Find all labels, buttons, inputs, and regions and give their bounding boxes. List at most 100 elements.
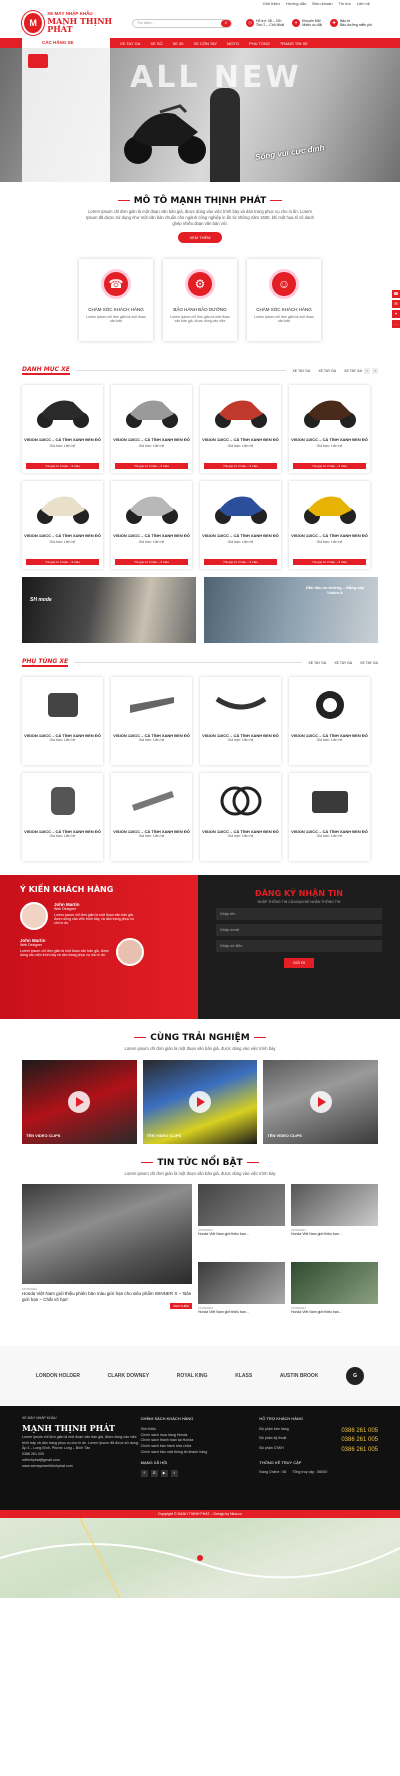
nav-item[interactable]: MOTO [227,41,239,46]
nav-item[interactable]: XE CÔN TAY [194,41,218,46]
brand-logo[interactable]: KLASS [235,1373,252,1379]
support-phone[interactable]: 0386 261 005 [341,1436,378,1446]
footer-desc: Lorem ipsum chỉ đơn giản là một đoạn văn… [22,1434,139,1445]
youtube-icon[interactable]: ▶ [160,1469,168,1477]
hinfo-sub: Bảo dưỡng miễn phí [340,23,373,27]
service-card[interactable]: ☺ CHĂM SÓC KHÁCH HÀNG Lorem ipsum chỉ đơn … [247,258,321,341]
product-card[interactable]: VISION 110CC – CÁ TÍNH XANH ĐEN ĐỎ Giá bá… [289,480,370,569]
parts-tab[interactable]: XE TAY GA [308,661,326,665]
brand-logo[interactable]: CLARK DOWNEY [108,1373,149,1379]
top-link[interactable]: Tin tức [339,1,351,8]
product-name[interactable]: VISION 110CC – CÁ TÍNH XANH ĐEN ĐỎ [22,437,103,442]
top-link[interactable]: Điều khoản [312,1,332,8]
product-name[interactable]: VISION 110CC – CÁ TÍNH XANH ĐEN ĐỎ [289,533,370,538]
play-icon[interactable] [189,1090,211,1113]
product-card[interactable]: VISION 110CC – CÁ TÍNH XANH ĐEN ĐỎ Giá bá… [200,384,281,473]
news-featured[interactable]: 27/05/2021 Honda Việt Nam giới thiệu phi… [22,1184,192,1334]
category-tab[interactable]: XE TAY GA [344,369,362,373]
phone-icon[interactable]: ☎ [392,290,400,298]
search-box[interactable]: Tìm kiếm... ⌕ [132,18,232,28]
part-card[interactable]: VISION 110CC – CÁ TÍNH XANH ĐEN ĐỎ Giá bá… [22,772,103,861]
category-tab[interactable]: XE TAY GA [318,369,336,373]
location-icon[interactable]: ⌖ [392,310,400,318]
nav-item[interactable]: XE 50 [173,41,184,46]
service-card[interactable]: ⚙ BẢO HÀNH BẢO DƯỠNG Lorem ipsum chỉ đơn g… [163,258,237,341]
logo[interactable]: M XE MÁY NHẬP KHẨU MẠNH THỊNH PHÁT [22,11,132,35]
support-phone[interactable]: 0386 261 005 [341,1427,378,1437]
search-icon[interactable]: ⌕ [221,19,231,27]
brand-logo[interactable]: G [346,1367,365,1386]
nav-item[interactable]: TRANG TIN XE [280,41,308,46]
part-card[interactable]: VISION 110CC – CÁ TÍNH XANH ĐEN ĐỎ Giá bá… [200,676,281,765]
product-name[interactable]: VISION 110CC – CÁ TÍNH XANH ĐEN ĐỎ [200,437,281,442]
prev-arrow-icon[interactable]: ‹ [364,367,370,374]
category-menu-button[interactable]: CÁC HÃNG XE [22,38,110,48]
product-card[interactable]: VISION 110CC – CÁ TÍNH XANH ĐEN ĐỎ Giá bá… [111,384,192,473]
product-card[interactable]: VISION 110CC – CÁ TÍNH XANH ĐEN ĐỎ Giá bá… [289,384,370,473]
video-card[interactable]: TÊN VIDEO CLIPS [263,1059,379,1144]
news-card[interactable]: 27/05/2021 Honda Việt Nam giới thiệu bạn.… [291,1262,378,1334]
product-name[interactable]: VISION 110CC – CÁ TÍNH XANH ĐEN ĐỎ [111,533,192,538]
name-field[interactable]: Nhập tên [216,907,382,920]
part-card[interactable]: VISION 110CC – CÁ TÍNH XANH ĐEN ĐỎ Giá bá… [289,772,370,861]
top-link[interactable]: Liên hệ [357,1,370,8]
product-name[interactable]: VISION 110CC – CÁ TÍNH XANH ĐEN ĐỎ [289,437,370,442]
part-card[interactable]: VISION 110CC – CÁ TÍNH XANH ĐEN ĐỎ Giá bá… [289,676,370,765]
read-more-button[interactable]: XEM THÊM [170,1303,192,1310]
product-card[interactable]: VISION 110CC – CÁ TÍNH XANH ĐEN ĐỎ Giá bá… [22,480,103,569]
search-input[interactable]: Tìm kiếm... [137,21,154,25]
product-name[interactable]: VISION 110CC – CÁ TÍNH XANH ĐEN ĐỎ [22,533,103,538]
product-name[interactable]: VISION 110CC – CÁ TÍNH XANH ĐEN ĐỎ [200,533,281,538]
top-link[interactable]: Giới thiệu [263,1,280,8]
banner-text: SH mode [30,596,52,603]
brand-logo[interactable]: AUSTIN BROOK [280,1373,319,1379]
honda-logo[interactable] [22,48,110,74]
banner-vision[interactable]: Dẫn đầu xu hướng – Đẳng cấp Vision A [204,576,378,643]
about-more-button[interactable]: XEM THÊM [178,231,222,243]
brand-logo[interactable]: ROYAL KING [177,1373,208,1379]
play-icon[interactable] [68,1090,91,1113]
footer-website[interactable]: www.xemaymanhthinhphat.com [22,1464,141,1470]
nav-item[interactable]: PHỤ TÙNG [249,41,270,46]
twitter-icon[interactable]: t [170,1469,178,1477]
video-card[interactable]: TÊN VIDEO CLIPS [142,1059,258,1144]
facebook-icon[interactable]: f [140,1469,148,1477]
news-card[interactable]: 27/05/2021 Honda Việt Nam giới thiệu bạn.… [291,1184,378,1256]
parts-tab[interactable]: XE TAY GA [334,661,352,665]
part-card[interactable]: VISION 110CC – CÁ TÍNH XANH ĐEN ĐỎ Giá bá… [111,676,192,765]
customer-icon: ☺ [269,268,299,299]
part-card[interactable]: VISION 110CC – CÁ TÍNH XANH ĐEN ĐỎ Giá bá… [111,772,192,861]
nav-item[interactable]: XE SỐ [150,41,162,46]
top-link[interactable]: Hướng dẫn [286,1,306,8]
parts-tab[interactable]: XE TAY GA [360,661,378,665]
nav-item[interactable]: XE TAY GA [120,41,140,46]
send-button[interactable]: GỬI ĐI [284,957,314,968]
phone-field[interactable]: Nhập số điện [216,939,382,952]
header: M XE MÁY NHẬP KHẨU MẠNH THỊNH PHÁT Tìm k… [0,8,400,38]
service-card[interactable]: ☎ CHĂM SÓC KHÁCH HÀNG Lorem ipsum chỉ đơn … [79,258,153,341]
brand-logo[interactable]: LONDON HOLDER [36,1373,80,1379]
product-card[interactable]: VISION 110CC – CÁ TÍNH XANH ĐEN ĐỎ Giá bá… [22,384,103,473]
video-card[interactable]: TÊN VIDEO CLIPS [22,1059,137,1144]
product-card[interactable]: VISION 110CC – CÁ TÍNH XANH ĐEN ĐỎ Giá bá… [200,480,281,569]
email-field[interactable]: Nhập email [216,923,382,936]
news-card[interactable]: 27/05/2021 Honda Việt Nam giới thiệu bạn.… [198,1262,285,1334]
hero-slider[interactable]: ALL NEW Sống vui cực đỉnh [0,48,400,182]
banner-sh[interactable]: SH mode [22,576,196,643]
product-card[interactable]: VISION 110CC – CÁ TÍNH XANH ĐEN ĐỎ Giá bá… [111,480,192,569]
play-icon[interactable] [309,1090,332,1113]
map[interactable] [0,1518,400,1599]
logo-mark-icon: M [22,11,45,35]
next-arrow-icon[interactable]: › [372,367,378,374]
policy-link[interactable]: Chính sách bảo mật thông tin khách hàng [141,1450,260,1456]
google-icon[interactable]: G [150,1469,158,1477]
product-name[interactable]: VISION 110CC – CÁ TÍNH XANH ĐEN ĐỎ [111,437,192,442]
support-phone[interactable]: 0386 261 005 [341,1446,378,1456]
message-icon[interactable]: ✉ [392,300,400,308]
news-card[interactable]: 27/05/2021 Honda Việt Nam giới thiệu bạn.… [198,1184,285,1256]
experience-title: CÙNG TRẢI NGHIỆM [0,1033,400,1043]
chat-icon[interactable]: … [392,320,400,328]
part-card[interactable]: VISION 110CC – CÁ TÍNH XANH ĐEN ĐỎ Giá bá… [200,772,281,861]
category-tab[interactable]: XE TAY GA [292,369,310,373]
part-card[interactable]: VISION 110CC – CÁ TÍNH XANH ĐEN ĐỎ Giá bá… [22,676,103,765]
